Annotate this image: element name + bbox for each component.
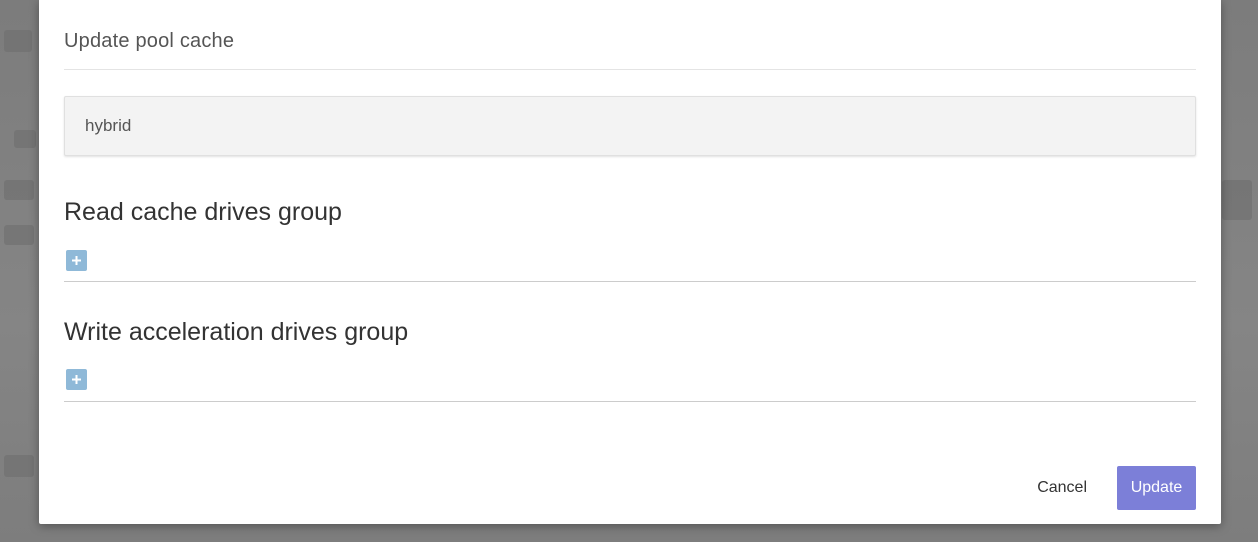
write-acceleration-section: Write acceleration drives group xyxy=(64,318,1196,402)
section-divider xyxy=(64,281,1196,282)
background-fragment xyxy=(4,180,34,200)
title-divider xyxy=(64,69,1196,70)
background-fragment xyxy=(4,455,34,477)
add-write-acceleration-button[interactable] xyxy=(66,369,87,390)
background-fragment xyxy=(4,30,32,52)
background-fragment xyxy=(14,130,36,148)
pool-name-field: hybrid xyxy=(64,96,1196,156)
background-fragment xyxy=(4,225,34,245)
background-fragment xyxy=(1222,180,1252,220)
plus-square-icon xyxy=(72,256,81,265)
update-pool-cache-dialog: Update pool cache hybrid Read cache driv… xyxy=(39,0,1221,524)
dialog-title: Update pool cache xyxy=(64,30,235,52)
dialog-footer: Cancel Update xyxy=(1037,466,1196,510)
add-read-cache-button[interactable] xyxy=(66,250,87,271)
update-button[interactable]: Update xyxy=(1117,466,1196,510)
cancel-button[interactable]: Cancel xyxy=(1037,479,1087,497)
write-acceleration-title: Write acceleration drives group xyxy=(64,318,409,346)
section-divider xyxy=(64,401,1196,402)
read-cache-section: Read cache drives group xyxy=(64,198,1196,282)
pool-name-value: hybrid xyxy=(85,116,132,135)
read-cache-title: Read cache drives group xyxy=(64,198,342,226)
plus-square-icon xyxy=(72,375,81,384)
